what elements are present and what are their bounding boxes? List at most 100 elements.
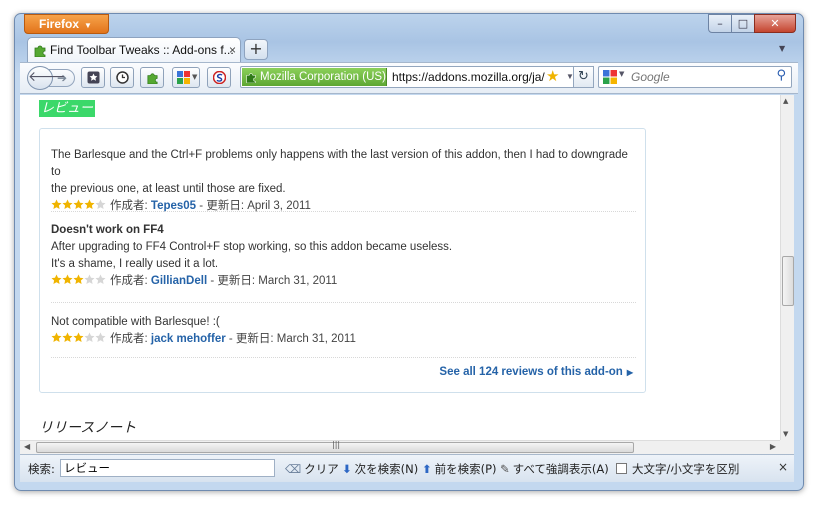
history-button[interactable]	[110, 67, 134, 88]
puzzle-icon	[34, 45, 46, 57]
release-notes-heading: リリースノート	[39, 420, 137, 436]
google-icon	[603, 70, 617, 84]
review-title: Doesn't work on FF4	[51, 224, 164, 236]
scroll-left-icon[interactable]: ◀	[24, 442, 30, 451]
vertical-scrollbar[interactable]: ▲ ▼	[780, 95, 794, 440]
search-input[interactable]	[629, 68, 769, 86]
scroll-up-icon[interactable]: ▲	[783, 97, 788, 105]
minimize-button[interactable]: –	[708, 14, 732, 33]
rating-star	[95, 274, 106, 284]
url-bar[interactable]: Mozilla Corporation (US) https://addons.…	[240, 66, 593, 88]
firefox-menu-button[interactable]: Firefox ▼	[24, 14, 109, 34]
see-all-reviews-link[interactable]: See all 124 reviews of this add-on ▶	[439, 366, 633, 378]
reload-icon: ↻	[578, 69, 589, 84]
highlighter-icon: ✎	[500, 462, 510, 476]
review-item: Not compatible with Barlesque! :( 作成者: j…	[51, 314, 636, 348]
rating-star	[73, 274, 84, 284]
match-case-checkbox[interactable]	[616, 463, 627, 474]
author-prefix: 作成者:	[110, 275, 148, 287]
rating-star	[51, 332, 62, 342]
review-meta: 作成者: jack mehoffer - 更新日: March 31, 2011	[51, 331, 636, 348]
puzzle-icon	[147, 73, 158, 84]
horizontal-scroll-thumb[interactable]: |||	[36, 440, 634, 453]
review-author-link[interactable]: GillianDell	[151, 275, 207, 287]
find-input[interactable]	[60, 459, 275, 477]
review-divider	[51, 357, 636, 358]
review-body-line: It's a shame, I really used it a lot.	[51, 258, 219, 270]
page-content: レビュー The Barlesque and the Ctrl+F proble…	[20, 95, 780, 440]
clear-label: クリア	[304, 462, 339, 476]
scroll-corner	[780, 440, 794, 454]
rating-star	[95, 199, 106, 209]
find-previous-button[interactable]: ⬆ 前を検索(P)	[422, 461, 497, 477]
find-next-button[interactable]: ⬇ 次を検索(N)	[342, 461, 418, 477]
scroll-right-icon[interactable]: ▶	[770, 442, 776, 451]
firefox-menu-label: Firefox	[39, 17, 80, 31]
review-body-line: After upgrading to FF4 Control+F stop wo…	[51, 241, 453, 253]
bookmark-star-icon[interactable]: ★	[546, 67, 559, 87]
review-item: Doesn't work on FF4 After upgrading to F…	[51, 222, 636, 290]
close-find-bar-icon[interactable]: ×	[778, 460, 788, 474]
google-icon	[177, 71, 190, 84]
vertical-scroll-thumb[interactable]	[782, 256, 794, 306]
see-all-label: See all 124 reviews of this add-on	[439, 366, 623, 378]
clock-icon	[116, 71, 129, 84]
rating-stars-icon	[51, 274, 106, 284]
highlight-label: すべて強調表示(A)	[512, 462, 609, 476]
chevron-right-icon: ▶	[626, 368, 633, 377]
search-engine-dropdown-icon[interactable]: ▼	[619, 70, 624, 78]
rating-star	[73, 199, 84, 209]
review-body-line: Not compatible with Barlesque! :(	[51, 316, 220, 328]
rating-star	[73, 332, 84, 342]
dropdown-arrow-icon: ▼	[84, 21, 92, 30]
stylish-button[interactable]	[207, 67, 231, 88]
back-button[interactable]: 🡐	[27, 66, 66, 90]
find-clear-button[interactable]: ⌫ クリア	[285, 461, 339, 477]
reviews-heading: レビュー	[39, 100, 96, 117]
stylish-icon	[213, 71, 226, 84]
list-all-tabs-icon[interactable]: ▼	[779, 44, 785, 53]
search-icon[interactable]: ⚲	[776, 68, 786, 83]
review-author-link[interactable]: jack mehoffer	[151, 333, 226, 345]
rating-star	[84, 274, 95, 284]
close-tab-icon[interactable]: ×	[229, 38, 236, 62]
horizontal-scrollbar[interactable]: ◀ ||| ▶	[20, 440, 780, 454]
rating-star	[95, 332, 106, 342]
new-tab-button[interactable]: +	[244, 39, 268, 60]
bookmarks-button[interactable]	[81, 67, 105, 88]
prev-label: 前を検索(P)	[434, 462, 497, 476]
maximize-button[interactable]: □	[731, 14, 755, 33]
google-toolbar-button[interactable]: ▼	[172, 67, 200, 88]
grip-icon: |||	[332, 440, 341, 449]
rating-star	[84, 199, 95, 209]
review-body-line: the previous one, at least until those a…	[51, 183, 286, 195]
dropdown-arrow-icon: ▼	[192, 73, 198, 81]
next-label: 次を検索(N)	[354, 462, 419, 476]
back-forward-group: ➔ 🡐	[27, 66, 75, 90]
tab-title: Find Toolbar Tweaks :: Add-ons f...	[50, 43, 234, 57]
review-divider	[51, 211, 636, 212]
highlight-all-button[interactable]: ✎ すべて強調表示(A)	[500, 461, 609, 477]
review-body-line: The Barlesque and the Ctrl+F problems on…	[51, 149, 628, 178]
arrow-down-icon: ⬇	[342, 462, 352, 476]
rating-star	[62, 332, 73, 342]
puzzle-icon	[246, 73, 256, 83]
tab-find-toolbar-tweaks[interactable]: Find Toolbar Tweaks :: Add-ons f... ×	[27, 37, 241, 63]
scroll-down-icon[interactable]: ▼	[783, 430, 788, 438]
addons-button[interactable]	[140, 67, 164, 88]
find-toolbar: 検索: ⌫クリア ⬇次を検索(N) ⬆前を検索(P) ✎すべて強調表示(A) 大…	[20, 454, 794, 482]
url-text[interactable]: https://addons.mozilla.org/ja/	[392, 67, 545, 87]
site-identity-button[interactable]: Mozilla Corporation (US)	[242, 68, 387, 86]
search-bar[interactable]: ▼ ⚲	[598, 66, 792, 88]
review-item: The Barlesque and the Ctrl+F problems on…	[51, 147, 636, 215]
review-date: - 更新日: March 31, 2011	[225, 333, 356, 345]
author-prefix: 作成者:	[110, 333, 148, 345]
rating-star	[62, 199, 73, 209]
close-window-button[interactable]: ✕	[754, 14, 796, 33]
find-label: 検索:	[28, 462, 55, 476]
review-divider	[51, 302, 636, 303]
review-meta: 作成者: Tepes05 - 更新日: April 3, 2011	[51, 198, 636, 215]
reload-button[interactable]: ↻	[573, 66, 594, 88]
match-case-label[interactable]: 大文字/小文字を区別	[632, 461, 739, 477]
rating-star	[84, 332, 95, 342]
